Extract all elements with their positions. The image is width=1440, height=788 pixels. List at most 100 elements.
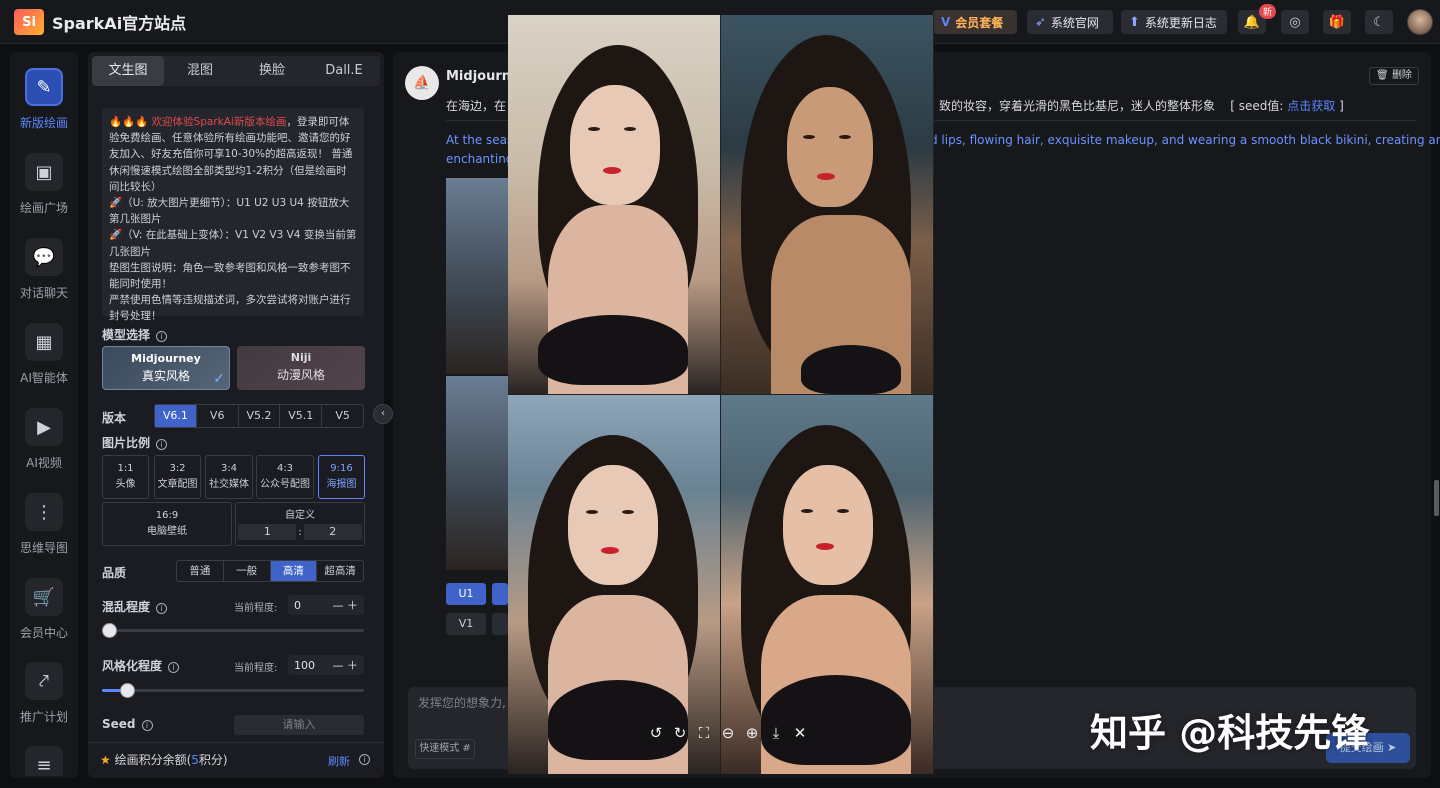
rotate-left-icon[interactable]: ↺ bbox=[647, 724, 665, 742]
settings-panel: 文生图 混图 换脸 Dall.E 🔥🔥🔥 欢迎体验SparkAi新版本绘画，登录… bbox=[88, 52, 468, 778]
minus-plus-icon[interactable]: — ＋ bbox=[333, 657, 359, 673]
info-icon[interactable]: i bbox=[156, 331, 168, 342]
grid-icon: ▦ bbox=[25, 323, 63, 361]
theme-toggle-button[interactable]: ☾ bbox=[1365, 10, 1393, 34]
variation-v2-button[interactable] bbox=[492, 613, 508, 635]
nav-item-more[interactable]: ≡ bbox=[10, 746, 78, 776]
menu-icon: ≡ bbox=[25, 746, 63, 776]
rocket-icon: ➶ bbox=[1035, 14, 1046, 30]
logo-mark: Si bbox=[14, 9, 44, 35]
nav-item-promotion[interactable]: ⤤ 推广计划 bbox=[10, 662, 78, 742]
vip-plan-button[interactable]: V 会员套餐 bbox=[933, 10, 1017, 34]
nav-item-chat[interactable]: 💬 对话聊天 bbox=[10, 238, 78, 318]
model-midjourney[interactable]: Midjourney 真实风格 ✓ bbox=[102, 346, 230, 390]
minus-plus-icon[interactable]: — ＋ bbox=[333, 597, 359, 613]
version-v5-2[interactable]: V5.2 bbox=[239, 405, 281, 427]
chaos-stepper[interactable]: 0— ＋ bbox=[288, 595, 364, 615]
nav-item-mindmap[interactable]: ⋮ 思维导图 bbox=[10, 493, 78, 573]
model-section-label: 模型选择 i bbox=[102, 326, 168, 343]
check-icon: ✓ bbox=[213, 371, 225, 387]
close-icon[interactable]: ✕ bbox=[791, 724, 809, 742]
upscale-u1-button[interactable]: U1 bbox=[446, 583, 486, 605]
wechat-button[interactable]: ◎ bbox=[1281, 10, 1309, 34]
viewer-toolbar: ↺ ↻ ⛶ ⊖ ⊕ ⤓ ✕ bbox=[644, 717, 812, 749]
nav-item-ai-agent[interactable]: ▦ AI智能体 bbox=[10, 323, 78, 403]
info-icon[interactable]: i bbox=[168, 662, 180, 673]
model-niji[interactable]: Niji 动漫风格 bbox=[237, 346, 365, 390]
variation-v1-button[interactable]: V1 bbox=[446, 613, 486, 635]
upscale-u2-button[interactable] bbox=[492, 583, 508, 605]
version-selector: V6.1 V6 V5.2 V5.1 V5 bbox=[154, 404, 364, 428]
logo[interactable]: Si SparkAi官方站点 bbox=[14, 9, 186, 35]
seed-input[interactable]: 请输入 bbox=[234, 715, 364, 735]
wechat-icon: ◎ bbox=[1289, 14, 1301, 30]
quality-hd[interactable]: 高清 bbox=[270, 561, 318, 581]
ratio-9-16[interactable]: 9:16 海报图 bbox=[318, 455, 365, 499]
prompt-input-placeholder: 发挥您的想象力, bbox=[418, 696, 506, 710]
download-icon[interactable]: ⤓ bbox=[767, 724, 785, 742]
page-scrollbar[interactable] bbox=[1434, 480, 1439, 516]
info-icon[interactable]: i bbox=[359, 754, 370, 765]
nav-item-ai-video[interactable]: ▶ AI视频 bbox=[10, 408, 78, 488]
zoom-in-icon[interactable]: ⊕ bbox=[743, 724, 761, 742]
custom-height-input[interactable]: 2 bbox=[303, 524, 362, 540]
fit-screen-icon[interactable]: ⛶ bbox=[695, 724, 713, 742]
send-icon: ➤ bbox=[1387, 741, 1397, 754]
stylize-slider-knob[interactable] bbox=[120, 683, 135, 698]
version-v5-1[interactable]: V5.1 bbox=[280, 405, 323, 427]
result-image-bottom[interactable] bbox=[446, 376, 516, 570]
notice-box: 🔥🔥🔥 欢迎体验SparkAi新版本绘画，登录即可体验免费绘画、任意体验所有绘画… bbox=[102, 108, 364, 322]
stylize-slider[interactable] bbox=[102, 683, 364, 698]
tab-blend[interactable]: 混图 bbox=[164, 56, 236, 86]
version-v6[interactable]: V6 bbox=[197, 405, 239, 427]
ratio-1-1[interactable]: 1:1 头像 bbox=[102, 455, 149, 499]
chaos-level-label: 当前程度: bbox=[234, 603, 278, 614]
prompt-english-right1: d lips, flowing hair, exquisite makeup, … bbox=[930, 133, 1440, 147]
fast-mode-toggle[interactable]: 快速模式 # bbox=[415, 739, 475, 759]
info-icon[interactable]: i bbox=[141, 720, 153, 731]
refresh-link[interactable]: 刷新 bbox=[328, 753, 350, 769]
rotate-right-icon[interactable]: ↻ bbox=[671, 724, 689, 742]
get-seed-link[interactable]: 点击获取 bbox=[1287, 99, 1335, 113]
info-icon[interactable]: i bbox=[156, 603, 168, 614]
version-v6-1[interactable]: V6.1 bbox=[155, 405, 197, 427]
quality-uhd[interactable]: 超高清 bbox=[317, 561, 363, 581]
sailboat-icon: ⛵ bbox=[413, 75, 431, 91]
nav-item-member-center[interactable]: 🛒 会员中心 bbox=[10, 578, 78, 658]
info-icon[interactable]: i bbox=[156, 439, 168, 450]
version-v5[interactable]: V5 bbox=[322, 405, 363, 427]
tab-text-to-image[interactable]: 文生图 bbox=[92, 56, 164, 86]
ratio-custom[interactable]: 自定义 1:2 bbox=[235, 502, 365, 546]
credits-bar: ★ 绘画积分余额(5积分) 刷新 i bbox=[88, 742, 384, 778]
viewer-image-2[interactable] bbox=[721, 15, 933, 394]
user-avatar[interactable] bbox=[1407, 9, 1433, 35]
ratio-3-2[interactable]: 3:2 文章配图 bbox=[154, 455, 201, 499]
mode-tabs: 文生图 混图 换脸 Dall.E bbox=[92, 56, 380, 86]
quality-normal[interactable]: 普通 bbox=[177, 561, 224, 581]
gift-button[interactable]: 🎁 bbox=[1323, 10, 1351, 34]
delete-button[interactable]: 🗑 删除 bbox=[1369, 67, 1419, 85]
ratio-16-9[interactable]: 16:9 电脑壁纸 bbox=[102, 502, 232, 546]
brush-icon: ✎ bbox=[25, 68, 63, 106]
notification-button[interactable]: 🔔 新 bbox=[1238, 4, 1276, 34]
moon-icon: ☾ bbox=[1373, 14, 1385, 30]
quality-medium[interactable]: 一般 bbox=[224, 561, 271, 581]
prompt-english-left2: enchanting bbox=[446, 152, 514, 166]
nav-item-gallery[interactable]: ▣ 绘画广场 bbox=[10, 153, 78, 233]
ratio-3-4[interactable]: 3:4 社交媒体 bbox=[205, 455, 253, 499]
changelog-button[interactable]: ⬆ 系统更新日志 bbox=[1121, 10, 1227, 34]
viewer-image-1[interactable] bbox=[508, 15, 720, 394]
custom-width-input[interactable]: 1 bbox=[238, 524, 297, 540]
result-image-top[interactable] bbox=[446, 178, 516, 374]
ratio-4-3[interactable]: 4:3 公众号配图 bbox=[256, 455, 314, 499]
chaos-slider[interactable] bbox=[102, 623, 364, 638]
tab-faceswap[interactable]: 换脸 bbox=[236, 56, 308, 86]
chaos-slider-knob[interactable] bbox=[102, 623, 117, 638]
stylize-label: 风格化程度 i bbox=[102, 657, 180, 674]
collapse-panel-button[interactable]: ‹ bbox=[373, 404, 393, 424]
official-site-button[interactable]: ➶ 系统官网 bbox=[1027, 10, 1113, 34]
stylize-stepper[interactable]: 100— ＋ bbox=[288, 655, 364, 675]
tab-dalle[interactable]: Dall.E bbox=[308, 56, 380, 86]
nav-item-new-painting[interactable]: ✎ 新版绘画 bbox=[10, 68, 78, 148]
zoom-out-icon[interactable]: ⊖ bbox=[719, 724, 737, 742]
